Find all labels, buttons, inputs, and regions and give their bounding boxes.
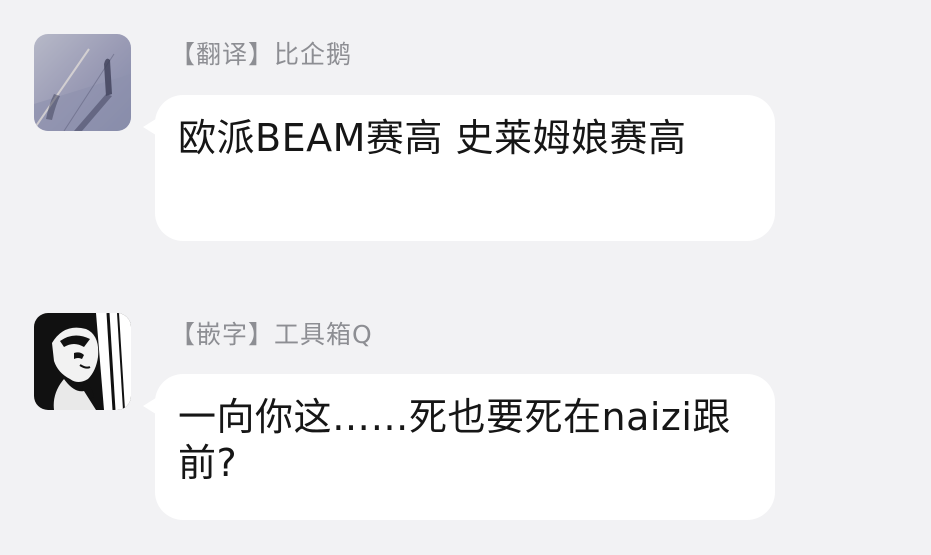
manga-portrait-avatar-icon bbox=[34, 313, 131, 410]
avatar[interactable] bbox=[34, 313, 131, 410]
message-text: 欧派BEAM赛高 史莱姆娘赛高 bbox=[178, 116, 687, 160]
sender-name: 【翻译】比企鹅 bbox=[170, 40, 353, 69]
sender-name: 【嵌字】工具箱Q bbox=[170, 320, 373, 349]
message-bubble[interactable]: 欧派BEAM赛高 史莱姆娘赛高 bbox=[143, 95, 775, 241]
shadow-photo-avatar-icon bbox=[34, 34, 131, 131]
message-text: 一向你这……死也要死在naizi跟前? bbox=[178, 395, 731, 485]
message-bubble[interactable]: 一向你这……死也要死在naizi跟前? bbox=[143, 374, 775, 520]
avatar[interactable] bbox=[34, 34, 131, 131]
